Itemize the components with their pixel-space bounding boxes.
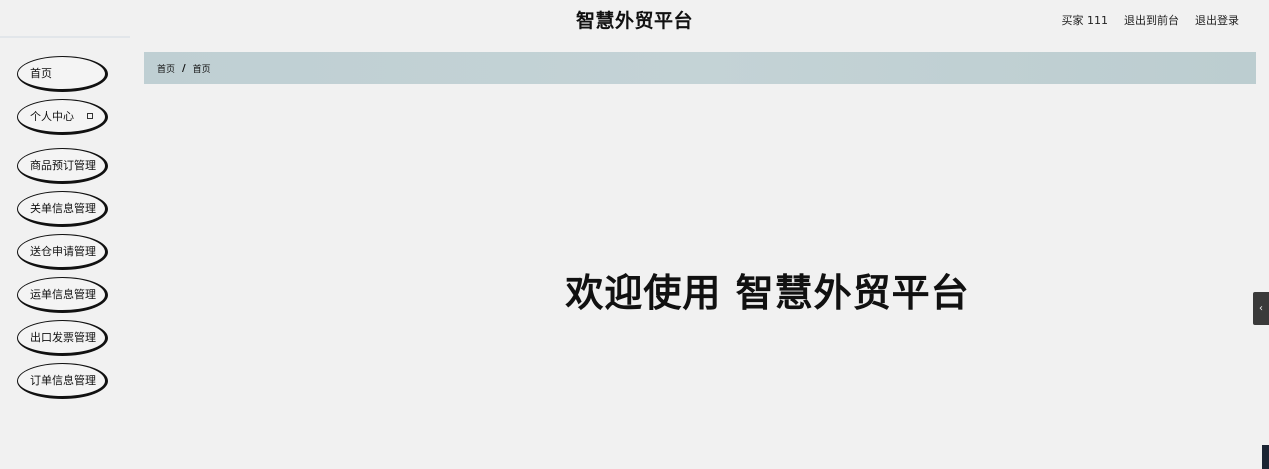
sidebar-item-label: 个人中心 — [30, 110, 74, 123]
sidebar-item-personal-center[interactable]: 个人中心 — [17, 99, 108, 135]
collapse-tab[interactable]: ‹ — [1253, 292, 1269, 325]
chevron-left-icon: ‹ — [1259, 303, 1263, 314]
back-to-front-link[interactable]: 退出到前台 — [1124, 12, 1179, 28]
sidebar-item-label: 出口发票管理 — [30, 331, 96, 344]
sidebar-item-warehouse-request[interactable]: 送仓申请管理 — [17, 234, 108, 270]
sidebar-item-label: 送仓申请管理 — [30, 245, 96, 258]
sidebar-divider — [0, 36, 130, 38]
corner-widget — [1262, 445, 1269, 469]
sidebar-item-product-booking[interactable]: 商品预订管理 — [17, 148, 108, 184]
sidebar-item-label: 首页 — [30, 67, 52, 80]
sidebar-item-label: 运单信息管理 — [30, 288, 96, 301]
logout-link[interactable]: 退出登录 — [1195, 12, 1239, 28]
sidebar-item-label: 商品预订管理 — [30, 159, 96, 172]
sidebar-item-export-invoice[interactable]: 出口发票管理 — [17, 320, 108, 356]
top-header: 智慧外贸平台 买家 111 退出到前台 退出登录 — [0, 0, 1269, 38]
sidebar-item-customs-info[interactable]: 关单信息管理 — [17, 191, 108, 227]
breadcrumb-current: 首页 — [192, 64, 211, 75]
user-name: 买家 111 — [1061, 14, 1109, 27]
sidebar-item-label: 订单信息管理 — [30, 374, 96, 387]
user-menu: 买家 111 退出到前台 退出登录 — [1062, 12, 1240, 28]
breadcrumb: 首页 / 首页 — [144, 52, 1256, 84]
welcome-heading: 欢迎使用 智慧外贸平台 — [565, 271, 970, 315]
expand-square-icon — [87, 113, 93, 119]
sidebar-item-home[interactable]: 首页 — [17, 56, 108, 92]
breadcrumb-home[interactable]: 首页 — [157, 62, 175, 75]
sidebar-item-label: 关单信息管理 — [30, 202, 96, 215]
sidebar-item-order-info[interactable]: 订单信息管理 — [17, 363, 108, 399]
breadcrumb-separator: / — [182, 62, 186, 74]
sidebar-item-waybill-info[interactable]: 运单信息管理 — [17, 277, 108, 313]
